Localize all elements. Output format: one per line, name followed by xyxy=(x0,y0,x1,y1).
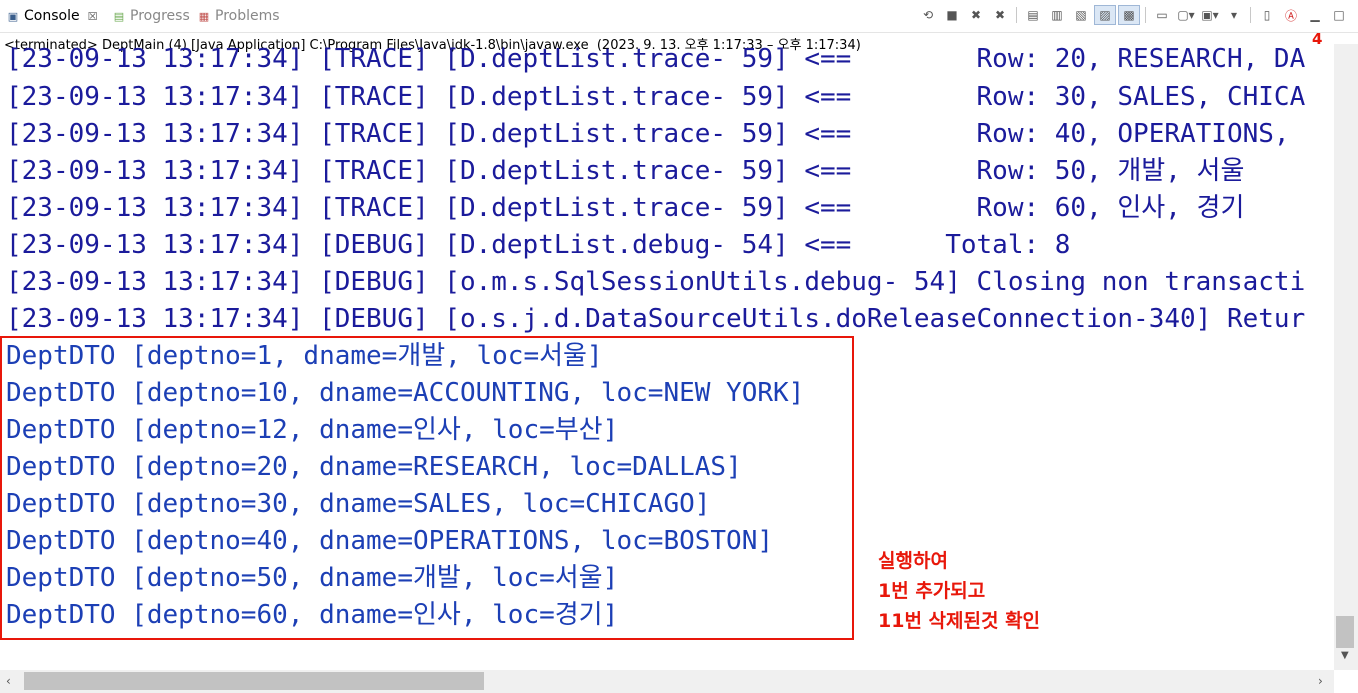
view-menu-dropdown-icon[interactable]: ▾ xyxy=(1223,5,1245,25)
remove-launch-icon[interactable]: ✖ xyxy=(965,5,987,25)
vertical-scroll-thumb[interactable] xyxy=(1336,616,1354,648)
show-stdout-icon[interactable]: ▧ xyxy=(1070,5,1092,25)
tab-problems[interactable]: ▦ Problems xyxy=(197,6,280,26)
tab-progress-label: Progress xyxy=(130,8,190,24)
log-line: [23-09-13 13:17:34] [DEBUG] [D.deptList.… xyxy=(6,230,1071,260)
problems-icon: ▦ xyxy=(198,9,210,23)
stop-icon[interactable]: ■ xyxy=(941,5,963,25)
close-icon[interactable]: ☒ xyxy=(88,10,98,23)
pin-icon[interactable]: ⟲ xyxy=(917,5,939,25)
scroll-lock-icon[interactable]: ▤ xyxy=(1022,5,1044,25)
horizontal-scroll-thumb[interactable] xyxy=(24,672,484,690)
log-line: [23-09-13 13:17:34] [TRACE] [D.deptList.… xyxy=(6,119,1306,149)
horizontal-scrollbar[interactable]: ‹ › xyxy=(0,670,1334,693)
open-console-icon[interactable]: ▩ xyxy=(1118,5,1140,25)
log-line: [23-09-13 13:17:34] [DEBUG] [o.s.j.d.Dat… xyxy=(6,304,1306,334)
console-icon: ▣ xyxy=(7,9,19,23)
highlight-box xyxy=(0,336,854,640)
tab-progress[interactable]: ▤ Progress xyxy=(112,6,190,26)
word-wrap-icon[interactable]: ▥ xyxy=(1046,5,1068,25)
console-toolbar: ⟲ ■ ✖ ✖ ▤ ▥ ▧ ▨ ▩ ▭ ▢▾ ▣▾ ▾ ▯ Ⓐ ▁ □ xyxy=(917,4,1350,26)
annotation-line: 실행하여 xyxy=(878,550,948,572)
tab-console-label: Console xyxy=(24,8,80,24)
annotation-line: 1번 추가되고 xyxy=(878,580,986,602)
remove-all-icon[interactable]: ✖ xyxy=(989,5,1011,25)
log-line: [23-09-13 13:17:34] [DEBUG] [o.m.s.SqlSe… xyxy=(6,267,1306,297)
annotation-line: 11번 삭제된것 확인 xyxy=(878,610,1041,632)
minimize-icon[interactable]: ▁ xyxy=(1304,5,1326,25)
maximize-icon[interactable]: □ xyxy=(1328,5,1350,25)
tab-console[interactable]: ▣ Console ☒ xyxy=(6,6,98,26)
scroll-right-arrow-icon[interactable]: › xyxy=(1318,674,1323,688)
app-icon[interactable]: Ⓐ xyxy=(1280,5,1302,25)
tab-problems-label: Problems xyxy=(215,8,280,24)
log-line: [23-09-13 13:17:34] [TRACE] [D.deptList.… xyxy=(6,44,1306,74)
view-menu-icon[interactable]: ▣▾ xyxy=(1199,5,1221,25)
log-line: [23-09-13 13:17:34] [TRACE] [D.deptList.… xyxy=(6,156,1245,186)
toolbar-separator xyxy=(1145,7,1146,23)
scroll-down-arrow-icon[interactable]: ▼ xyxy=(1341,650,1349,661)
show-stderr-icon[interactable]: ▨ xyxy=(1094,5,1116,25)
bookmark-icon[interactable]: ▯ xyxy=(1256,5,1278,25)
progress-icon: ▤ xyxy=(113,9,125,23)
log-line: [23-09-13 13:17:34] [TRACE] [D.deptList.… xyxy=(6,193,1245,223)
log-line: [23-09-13 13:17:34] [TRACE] [D.deptList.… xyxy=(6,82,1306,112)
toolbar-separator xyxy=(1250,7,1251,23)
new-console-icon[interactable]: ▢▾ xyxy=(1175,5,1197,25)
scroll-left-arrow-icon[interactable]: ‹ xyxy=(6,674,11,688)
toolbar-separator xyxy=(1016,7,1017,23)
vertical-scrollbar[interactable]: ▼ xyxy=(1334,44,1358,670)
view-tab-bar: ▣ Console ☒ ▤ Progress ▦ Problems ⟲ ■ ✖ … xyxy=(0,0,1358,33)
display-console-icon[interactable]: ▭ xyxy=(1151,5,1173,25)
